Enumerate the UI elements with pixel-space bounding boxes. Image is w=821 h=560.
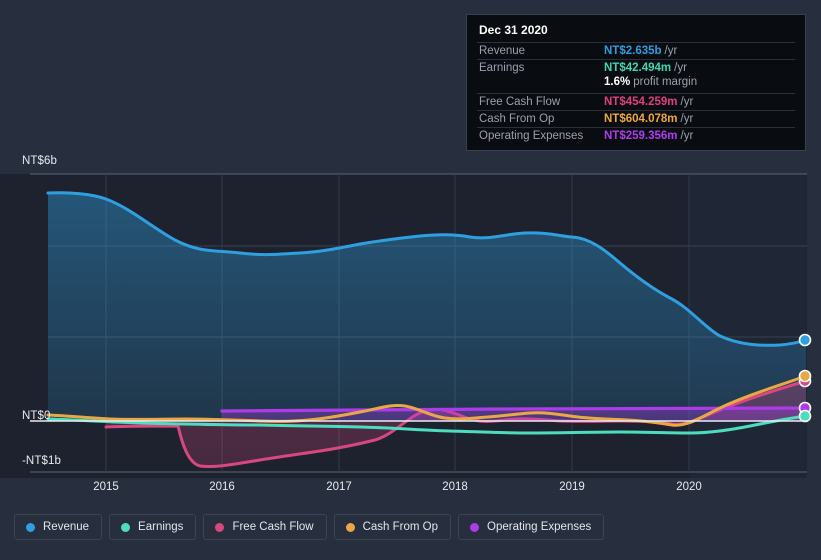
chart-tooltip: Dec 31 2020 Revenue NT$2.635b /yr Earnin… bbox=[466, 14, 806, 151]
legend-item-operating-expenses[interactable]: Operating Expenses bbox=[458, 514, 605, 540]
tooltip-key-earnings: Earnings bbox=[479, 62, 525, 74]
x-axis-label-2017: 2017 bbox=[326, 481, 352, 493]
legend-label-revenue: Revenue bbox=[43, 521, 90, 533]
tooltip-key-operating-expenses: Operating Expenses bbox=[479, 130, 584, 142]
legend-label-earnings: Earnings bbox=[138, 521, 184, 533]
tooltip-row-earnings: Earnings NT$42.494m /yr bbox=[477, 59, 795, 76]
tooltip-value-profit-margin: 1.6% bbox=[604, 76, 631, 88]
tooltip-unit-cash-from-op: /yr bbox=[680, 113, 694, 125]
x-axis-label-2018: 2018 bbox=[442, 481, 468, 493]
x-axis-label-2019: 2019 bbox=[559, 481, 585, 493]
chart-plot-area bbox=[0, 168, 821, 478]
x-axis-label-2020: 2020 bbox=[676, 481, 702, 493]
tooltip-value-revenue: NT$2.635b bbox=[604, 45, 662, 57]
revenue-endpoint-marker bbox=[798, 333, 812, 347]
legend-label-cash-from-op: Cash From Op bbox=[362, 521, 439, 533]
tooltip-unit-profit-margin: profit margin bbox=[633, 76, 698, 88]
tooltip-key-free-cash-flow: Free Cash Flow bbox=[479, 96, 561, 108]
y-axis-label-bottom: -NT$1b bbox=[22, 455, 61, 467]
y-axis-label-top: NT$6b bbox=[22, 155, 58, 167]
tooltip-value-earnings: NT$42.494m bbox=[604, 62, 672, 74]
legend-label-operating-expenses: Operating Expenses bbox=[487, 521, 592, 533]
chart-svg bbox=[30, 173, 812, 473]
chart-legend: Revenue Earnings Free Cash Flow Cash Fro… bbox=[14, 514, 605, 540]
legend-dot-free-cash-flow-icon bbox=[215, 522, 225, 532]
tooltip-row-free-cash-flow: Free Cash Flow NT$454.259m /yr bbox=[477, 93, 795, 110]
y-axis-label-zero: NT$0 bbox=[22, 410, 51, 422]
legend-item-earnings[interactable]: Earnings bbox=[109, 514, 197, 540]
financial-chart-screenshot: NT$6b NT$0 -NT$1b 2015 2016 2017 2018 20… bbox=[0, 0, 821, 560]
x-axis-label-2015: 2015 bbox=[93, 481, 119, 493]
legend-label-free-cash-flow: Free Cash Flow bbox=[232, 521, 314, 533]
tooltip-key-revenue: Revenue bbox=[479, 45, 526, 57]
tooltip-value-cash-from-op: NT$604.078m bbox=[604, 113, 678, 125]
tooltip-date: Dec 31 2020 bbox=[479, 23, 548, 37]
legend-dot-operating-expenses-icon bbox=[470, 522, 480, 532]
legend-item-free-cash-flow[interactable]: Free Cash Flow bbox=[203, 514, 327, 540]
legend-dot-cash-from-op-icon bbox=[345, 522, 355, 532]
tooltip-key-cash-from-op: Cash From Op bbox=[479, 113, 555, 125]
earnings-endpoint-marker bbox=[798, 409, 812, 423]
tooltip-unit-free-cash-flow: /yr bbox=[680, 96, 694, 108]
tooltip-value-free-cash-flow: NT$454.259m bbox=[604, 96, 678, 108]
series-revenue bbox=[46, 191, 812, 421]
legend-item-cash-from-op[interactable]: Cash From Op bbox=[333, 514, 452, 540]
legend-item-revenue[interactable]: Revenue bbox=[14, 514, 103, 540]
x-axis-label-2016: 2016 bbox=[209, 481, 235, 493]
tooltip-row-revenue: Revenue NT$2.635b /yr bbox=[477, 42, 795, 59]
tooltip-row-operating-expenses: Operating Expenses NT$259.356m /yr bbox=[477, 127, 795, 144]
legend-dot-revenue-icon bbox=[26, 522, 35, 532]
tooltip-value-operating-expenses: NT$259.356m bbox=[604, 130, 678, 142]
tooltip-unit-earnings: /yr bbox=[674, 62, 687, 74]
tooltip-row-cash-from-op: Cash From Op NT$604.078m /yr bbox=[477, 110, 795, 127]
tooltip-row-profit-margin: 1.6% profit margin bbox=[477, 76, 795, 93]
tooltip-unit-revenue: /yr bbox=[664, 45, 678, 57]
cash-from-op-endpoint-marker bbox=[798, 369, 812, 383]
legend-dot-earnings-icon bbox=[121, 522, 131, 532]
tooltip-unit-operating-expenses: /yr bbox=[680, 130, 694, 142]
